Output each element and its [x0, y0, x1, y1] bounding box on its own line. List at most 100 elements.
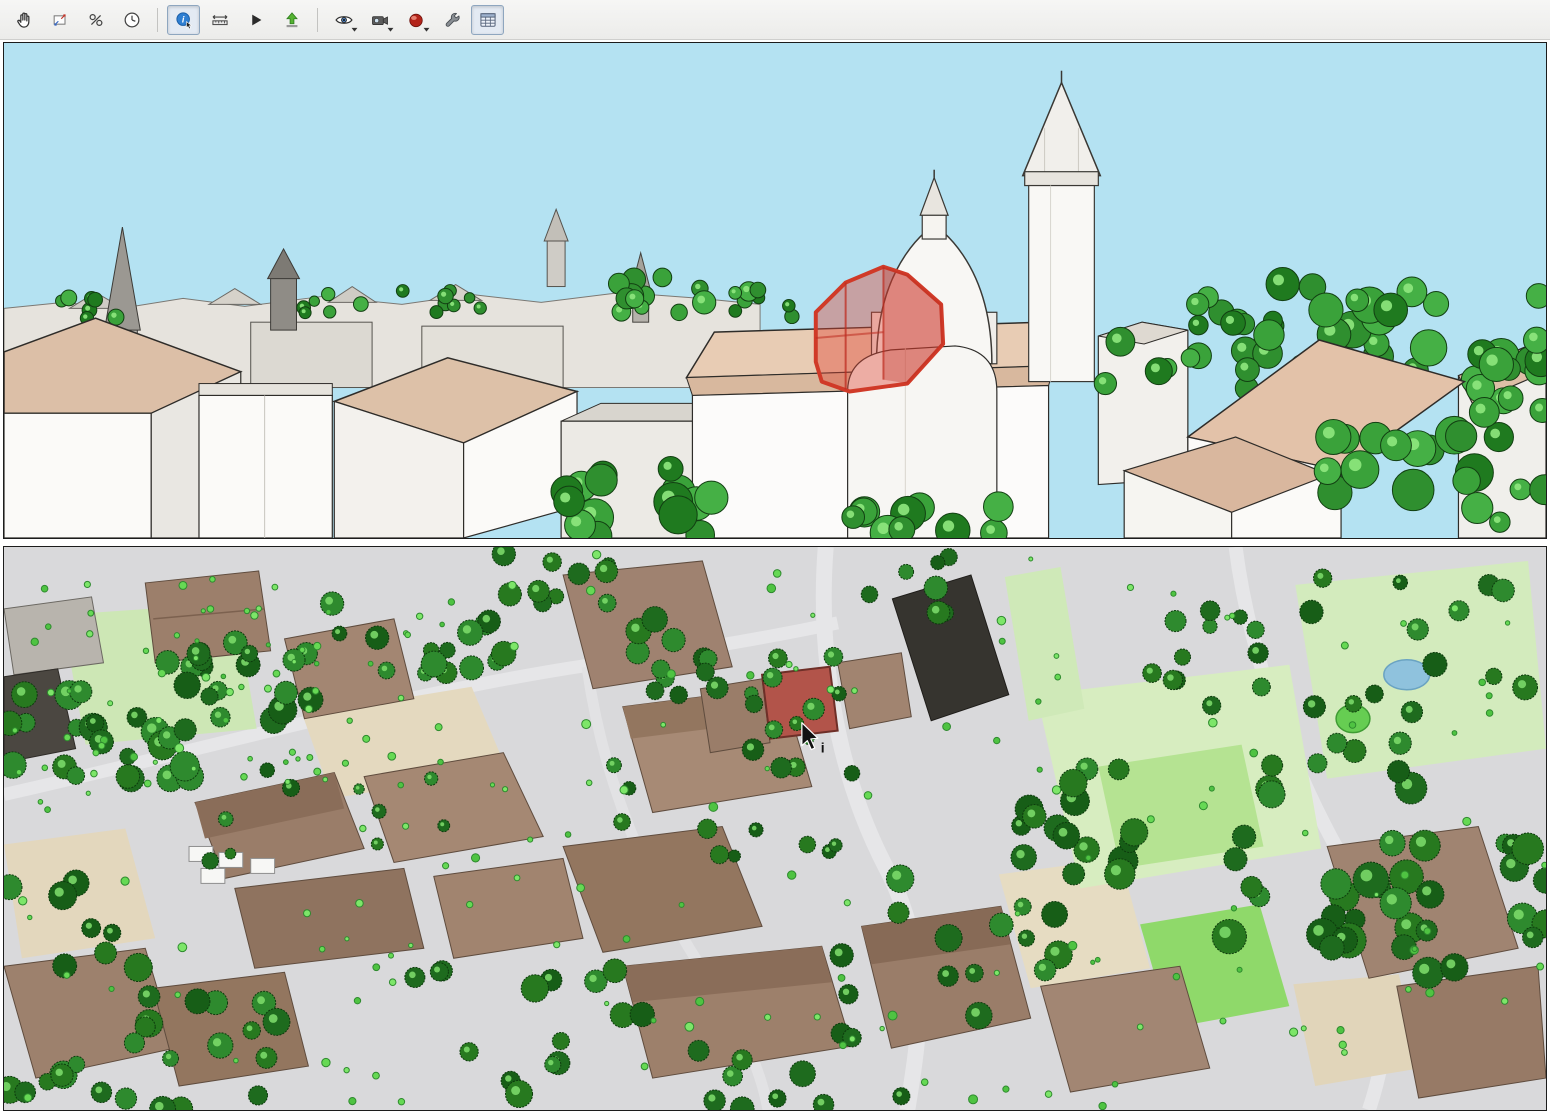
- tree: [372, 804, 386, 818]
- 3d-scene-viewport[interactable]: [3, 42, 1547, 539]
- zoom-extent-tool[interactable]: [43, 5, 76, 35]
- tree: [109, 986, 114, 991]
- tree: [626, 290, 644, 308]
- tree: [646, 682, 664, 700]
- tree: [1389, 732, 1411, 754]
- tree: [398, 695, 404, 701]
- tree: [88, 610, 94, 616]
- tree: [366, 626, 389, 649]
- tree: [1410, 330, 1446, 366]
- tree: [1137, 1024, 1143, 1030]
- tree: [430, 306, 443, 319]
- tree: [1003, 1086, 1009, 1092]
- tree-highlight: [736, 1054, 743, 1061]
- tree-highlight: [835, 690, 840, 695]
- pan-tool[interactable]: [7, 5, 40, 35]
- ratio-measure-tool[interactable]: [79, 5, 112, 35]
- tree-highlight: [818, 1099, 825, 1106]
- tree: [1321, 869, 1351, 899]
- tree: [709, 803, 718, 812]
- tree-highlight: [532, 585, 539, 592]
- tree-highlight: [1081, 763, 1088, 770]
- identify-cursor-label: i: [821, 740, 825, 756]
- tree: [966, 1002, 992, 1029]
- visibility-menu-button[interactable]: [327, 5, 360, 35]
- tree: [31, 638, 38, 645]
- tree-highlight: [1514, 483, 1521, 490]
- tree: [24, 1094, 32, 1102]
- tree: [314, 661, 319, 666]
- tree-highlight: [892, 871, 901, 880]
- tree: [289, 749, 295, 755]
- tree-highlight: [1273, 274, 1284, 285]
- tree: [1231, 906, 1236, 911]
- rect-shape: [1025, 172, 1099, 186]
- tree: [266, 643, 270, 647]
- tools-button[interactable]: [435, 5, 468, 35]
- tree: [438, 759, 444, 765]
- tree-highlight: [898, 504, 910, 515]
- dropdown-caret-icon[interactable]: [351, 27, 358, 32]
- tree-highlight: [356, 786, 360, 790]
- dropdown-caret-icon[interactable]: [423, 27, 430, 32]
- tree: [994, 970, 999, 975]
- rect-shape: [271, 275, 297, 330]
- tree: [662, 628, 685, 651]
- tree-highlight: [793, 719, 798, 724]
- tree-highlight: [1394, 737, 1401, 744]
- tree-highlight: [85, 306, 90, 311]
- tree: [349, 1098, 356, 1105]
- tree: [747, 672, 754, 679]
- tree: [767, 584, 776, 593]
- tree: [1453, 467, 1480, 494]
- tree-highlight: [56, 1069, 63, 1076]
- tree: [185, 989, 210, 1014]
- tree: [285, 779, 290, 784]
- tree: [87, 631, 93, 637]
- tree: [1407, 619, 1428, 640]
- tree: [861, 586, 878, 603]
- export-button[interactable]: [275, 5, 308, 35]
- identify-tool[interactable]: i: [167, 5, 200, 35]
- tree: [943, 723, 951, 731]
- tree-highlight: [631, 624, 639, 632]
- tree-highlight: [375, 807, 380, 812]
- tree: [1174, 649, 1190, 665]
- tree-highlight: [732, 289, 736, 293]
- tree-highlight: [440, 822, 444, 826]
- dropdown-caret-icon[interactable]: [387, 27, 394, 32]
- tree-highlight: [370, 631, 378, 639]
- 2d-map-viewport[interactable]: i: [3, 546, 1547, 1111]
- attribute-table-button[interactable]: [471, 5, 504, 35]
- tree: [1225, 615, 1230, 620]
- tree: [208, 1033, 233, 1058]
- tree: [12, 728, 17, 733]
- tree: [299, 307, 311, 319]
- tree: [403, 823, 409, 829]
- tree-highlight: [943, 520, 954, 531]
- tree: [695, 481, 728, 514]
- measure-tool[interactable]: [203, 5, 236, 35]
- tree: [586, 586, 595, 595]
- time-tool[interactable]: [115, 5, 148, 35]
- tree: [545, 1056, 561, 1072]
- tree: [474, 302, 486, 314]
- camera-menu-button[interactable]: [363, 5, 396, 35]
- tree-highlight: [1396, 578, 1401, 583]
- play-button[interactable]: [239, 5, 272, 35]
- tree: [1209, 718, 1218, 727]
- tree: [1252, 678, 1270, 696]
- globe-menu-button[interactable]: [399, 5, 432, 35]
- tree: [994, 737, 1000, 743]
- tree: [1341, 642, 1348, 649]
- tree: [251, 612, 258, 619]
- tree-highlight: [1237, 343, 1246, 352]
- tree: [696, 997, 704, 1005]
- tree-highlight: [163, 771, 172, 780]
- tree: [595, 560, 617, 583]
- tree: [207, 606, 214, 613]
- tree: [842, 506, 865, 529]
- tree: [91, 1082, 111, 1103]
- tree: [814, 1014, 820, 1020]
- tree: [679, 902, 684, 907]
